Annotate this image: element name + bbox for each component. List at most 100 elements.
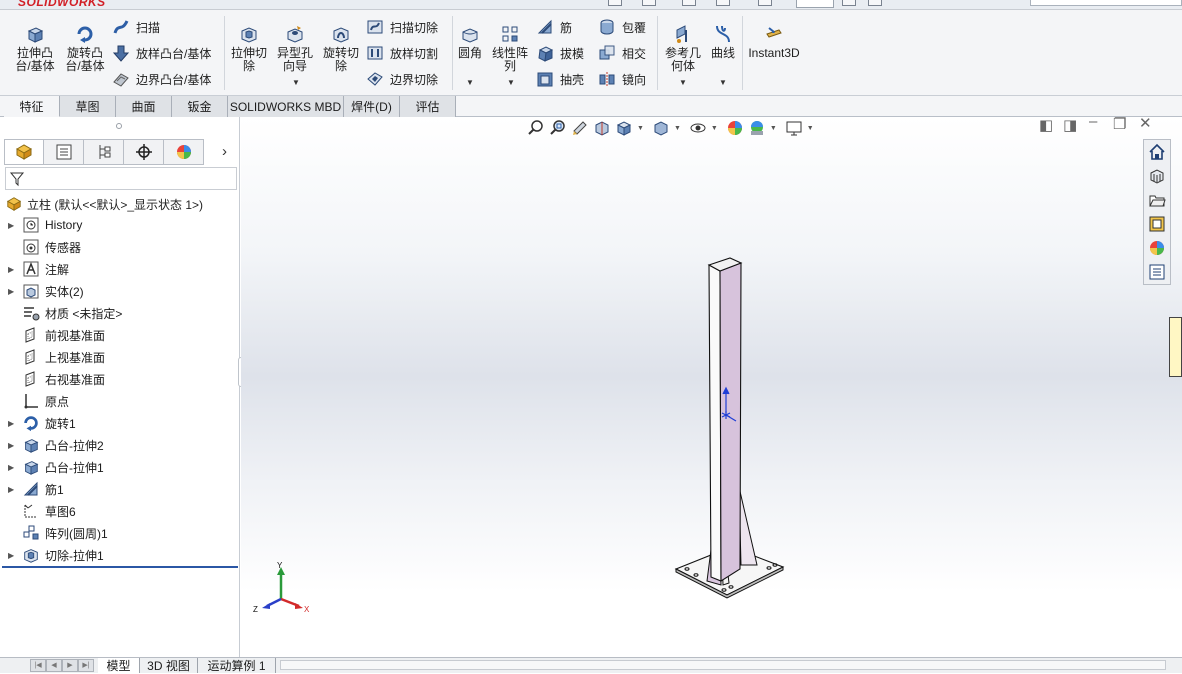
tab-model[interactable]: 模型 xyxy=(98,658,140,673)
section-view-icon[interactable] xyxy=(593,119,611,137)
side-notification-bar[interactable] xyxy=(1169,317,1182,377)
chevron-down-icon[interactable]: ▼ xyxy=(770,125,777,132)
feature-tree-tab[interactable] xyxy=(4,139,44,165)
tree-item-sketch6[interactable]: 草图6 xyxy=(6,500,76,522)
extrude-boss-button[interactable]: 拉伸凸台/基体 xyxy=(10,24,60,73)
boundary-boss-button[interactable]: 边界凸台/基体 xyxy=(112,69,211,89)
intersect-button[interactable]: 相交 xyxy=(598,43,646,63)
strip-button[interactable] xyxy=(842,0,856,6)
hide-show-items-icon[interactable] xyxy=(689,119,707,137)
tree-item-boss-extrude2[interactable]: ▶ 凸台-拉伸2 xyxy=(6,434,104,456)
loft-boss-button[interactable]: 放样凸台/基体 xyxy=(112,43,211,63)
fillet-dropdown[interactable]: ▼ xyxy=(466,78,474,87)
chevron-right-icon[interactable]: › xyxy=(222,143,227,160)
instant3d-button[interactable]: Instant3D xyxy=(746,24,802,60)
expand-arrow-icon[interactable]: ▶ xyxy=(6,485,22,494)
strip-button[interactable] xyxy=(868,0,882,6)
part-model-column[interactable] xyxy=(661,247,791,607)
reference-geometry-button[interactable]: 参考几何体 xyxy=(662,24,704,73)
expand-arrow-icon[interactable]: ▶ xyxy=(6,551,22,560)
expand-arrow-icon[interactable]: ▶ xyxy=(6,265,22,274)
revolve-cut-button[interactable]: 旋转切除 xyxy=(320,24,362,73)
panel-grip[interactable] xyxy=(116,123,122,129)
tree-item-solid-bodies[interactable]: ▶ 实体(2) xyxy=(6,280,84,302)
task-pane-custom-properties[interactable] xyxy=(1144,260,1170,284)
strip-button[interactable] xyxy=(682,0,696,6)
zoom-to-area-icon[interactable] xyxy=(549,119,567,137)
mirror-button[interactable]: 镜向 xyxy=(598,69,646,89)
chevron-down-icon[interactable]: ▼ xyxy=(711,125,718,132)
display-style-icon[interactable] xyxy=(652,119,670,137)
shell-button[interactable]: 抽壳 xyxy=(536,69,584,89)
property-manager-tab[interactable] xyxy=(44,139,84,165)
chevron-down-icon[interactable]: ▼ xyxy=(807,125,814,132)
strip-button[interactable] xyxy=(716,0,730,6)
tab-sketch[interactable]: 草图 xyxy=(60,96,116,117)
last-tab-icon[interactable]: ▶| xyxy=(78,659,94,672)
draft-button[interactable]: 拔模 xyxy=(536,43,584,63)
chevron-down-icon[interactable]: ▼ xyxy=(637,125,644,132)
expand-arrow-icon[interactable]: ▶ xyxy=(6,419,22,428)
tree-item-boss-extrude1[interactable]: ▶ 凸台-拉伸1 xyxy=(6,456,104,478)
tab-surfaces[interactable]: 曲面 xyxy=(116,96,172,117)
tree-item-annotations[interactable]: ▶ 注解 xyxy=(6,258,69,280)
tab-3d-views[interactable]: 3D 视图 xyxy=(140,658,198,673)
fillet-button[interactable]: 圆角 xyxy=(454,24,486,60)
restore-icon[interactable]: ❐ xyxy=(1113,117,1126,133)
curves-button[interactable]: 曲线 xyxy=(708,24,738,60)
tree-item-top-plane[interactable]: 上视基准面 xyxy=(6,346,105,368)
rib-button[interactable]: 筋 xyxy=(536,17,572,37)
strip-button[interactable] xyxy=(642,0,656,6)
scene-icon[interactable] xyxy=(748,119,766,137)
task-pane-appearances[interactable] xyxy=(1144,236,1170,260)
first-tab-icon[interactable]: |◀ xyxy=(30,659,46,672)
view-settings-icon[interactable] xyxy=(785,119,803,137)
reference-geometry-dropdown[interactable]: ▼ xyxy=(679,78,687,87)
tree-item-front-plane[interactable]: 前视基准面 xyxy=(6,324,105,346)
hole-wizard-dropdown[interactable]: ▼ xyxy=(292,78,300,87)
tree-item-sensors[interactable]: 传感器 xyxy=(6,236,81,258)
chevron-down-icon[interactable]: ▼ xyxy=(674,125,681,132)
tile-left-icon[interactable]: ◧ xyxy=(1039,117,1053,134)
tree-root-part[interactable]: 立柱 (默认<<默认>_显示状态 1>) xyxy=(6,194,203,214)
horizontal-scrollbar[interactable] xyxy=(280,660,1166,670)
tree-filter-box[interactable] xyxy=(5,167,237,190)
curves-dropdown[interactable]: ▼ xyxy=(719,78,727,87)
rollback-bar[interactable] xyxy=(2,566,238,568)
task-pane-home[interactable] xyxy=(1144,140,1170,164)
tab-weldments[interactable]: 焊件(D) xyxy=(344,96,400,117)
tab-features[interactable]: 特征 xyxy=(4,96,60,117)
next-tab-icon[interactable]: ▶ xyxy=(62,659,78,672)
hole-wizard-button[interactable]: 异型孔向导 xyxy=(272,24,318,73)
zoom-to-fit-icon[interactable] xyxy=(527,119,545,137)
expand-arrow-icon[interactable]: ▶ xyxy=(6,287,22,296)
wrap-button[interactable]: 包覆 xyxy=(598,17,646,37)
previous-tab-icon[interactable]: ◀ xyxy=(46,659,62,672)
revolve-boss-button[interactable]: 旋转凸台/基体 xyxy=(60,24,110,73)
linear-pattern-button[interactable]: 线性阵列 xyxy=(488,24,532,73)
expand-arrow-icon[interactable]: ▶ xyxy=(6,441,22,450)
display-manager-tab[interactable] xyxy=(164,139,204,165)
strip-button[interactable] xyxy=(758,0,772,6)
close-icon[interactable]: ✕ xyxy=(1139,117,1152,132)
linear-pattern-dropdown[interactable]: ▼ xyxy=(507,78,515,87)
tab-evaluate[interactable]: 评估 xyxy=(400,96,456,117)
extrude-cut-button[interactable]: 拉伸切除 xyxy=(228,24,270,73)
tab-solidworks-mbd[interactable]: SOLIDWORKS MBD xyxy=(228,96,344,117)
search-input[interactable] xyxy=(1030,0,1182,6)
minimize-icon[interactable]: – xyxy=(1089,117,1097,130)
tree-item-revolve1[interactable]: ▶ 旋转1 xyxy=(6,412,76,434)
tab-motion-study[interactable]: 运动算例 1 xyxy=(198,658,276,673)
task-pane-view-palette[interactable] xyxy=(1144,212,1170,236)
tab-sheet-metal[interactable]: 钣金 xyxy=(172,96,228,117)
graphics-area[interactable]: ▼ ▼ ▼ ▼ ▼ ◧ ◨ – ❐ ✕ Y X Z xyxy=(241,117,1182,657)
tree-item-circular-pattern1[interactable]: 阵列(圆周)1 xyxy=(6,522,108,544)
task-pane-design-library[interactable] xyxy=(1144,164,1170,188)
view-orientation-icon[interactable] xyxy=(615,119,633,137)
previous-view-icon[interactable] xyxy=(571,119,589,137)
tree-item-material[interactable]: 材质 <未指定> xyxy=(6,302,122,324)
configuration-manager-tab[interactable] xyxy=(84,139,124,165)
tree-item-rib1[interactable]: ▶ 筋1 xyxy=(6,478,64,500)
task-pane-file-explorer[interactable] xyxy=(1144,188,1170,212)
boundary-cut-button[interactable]: 边界切除 xyxy=(366,69,438,89)
